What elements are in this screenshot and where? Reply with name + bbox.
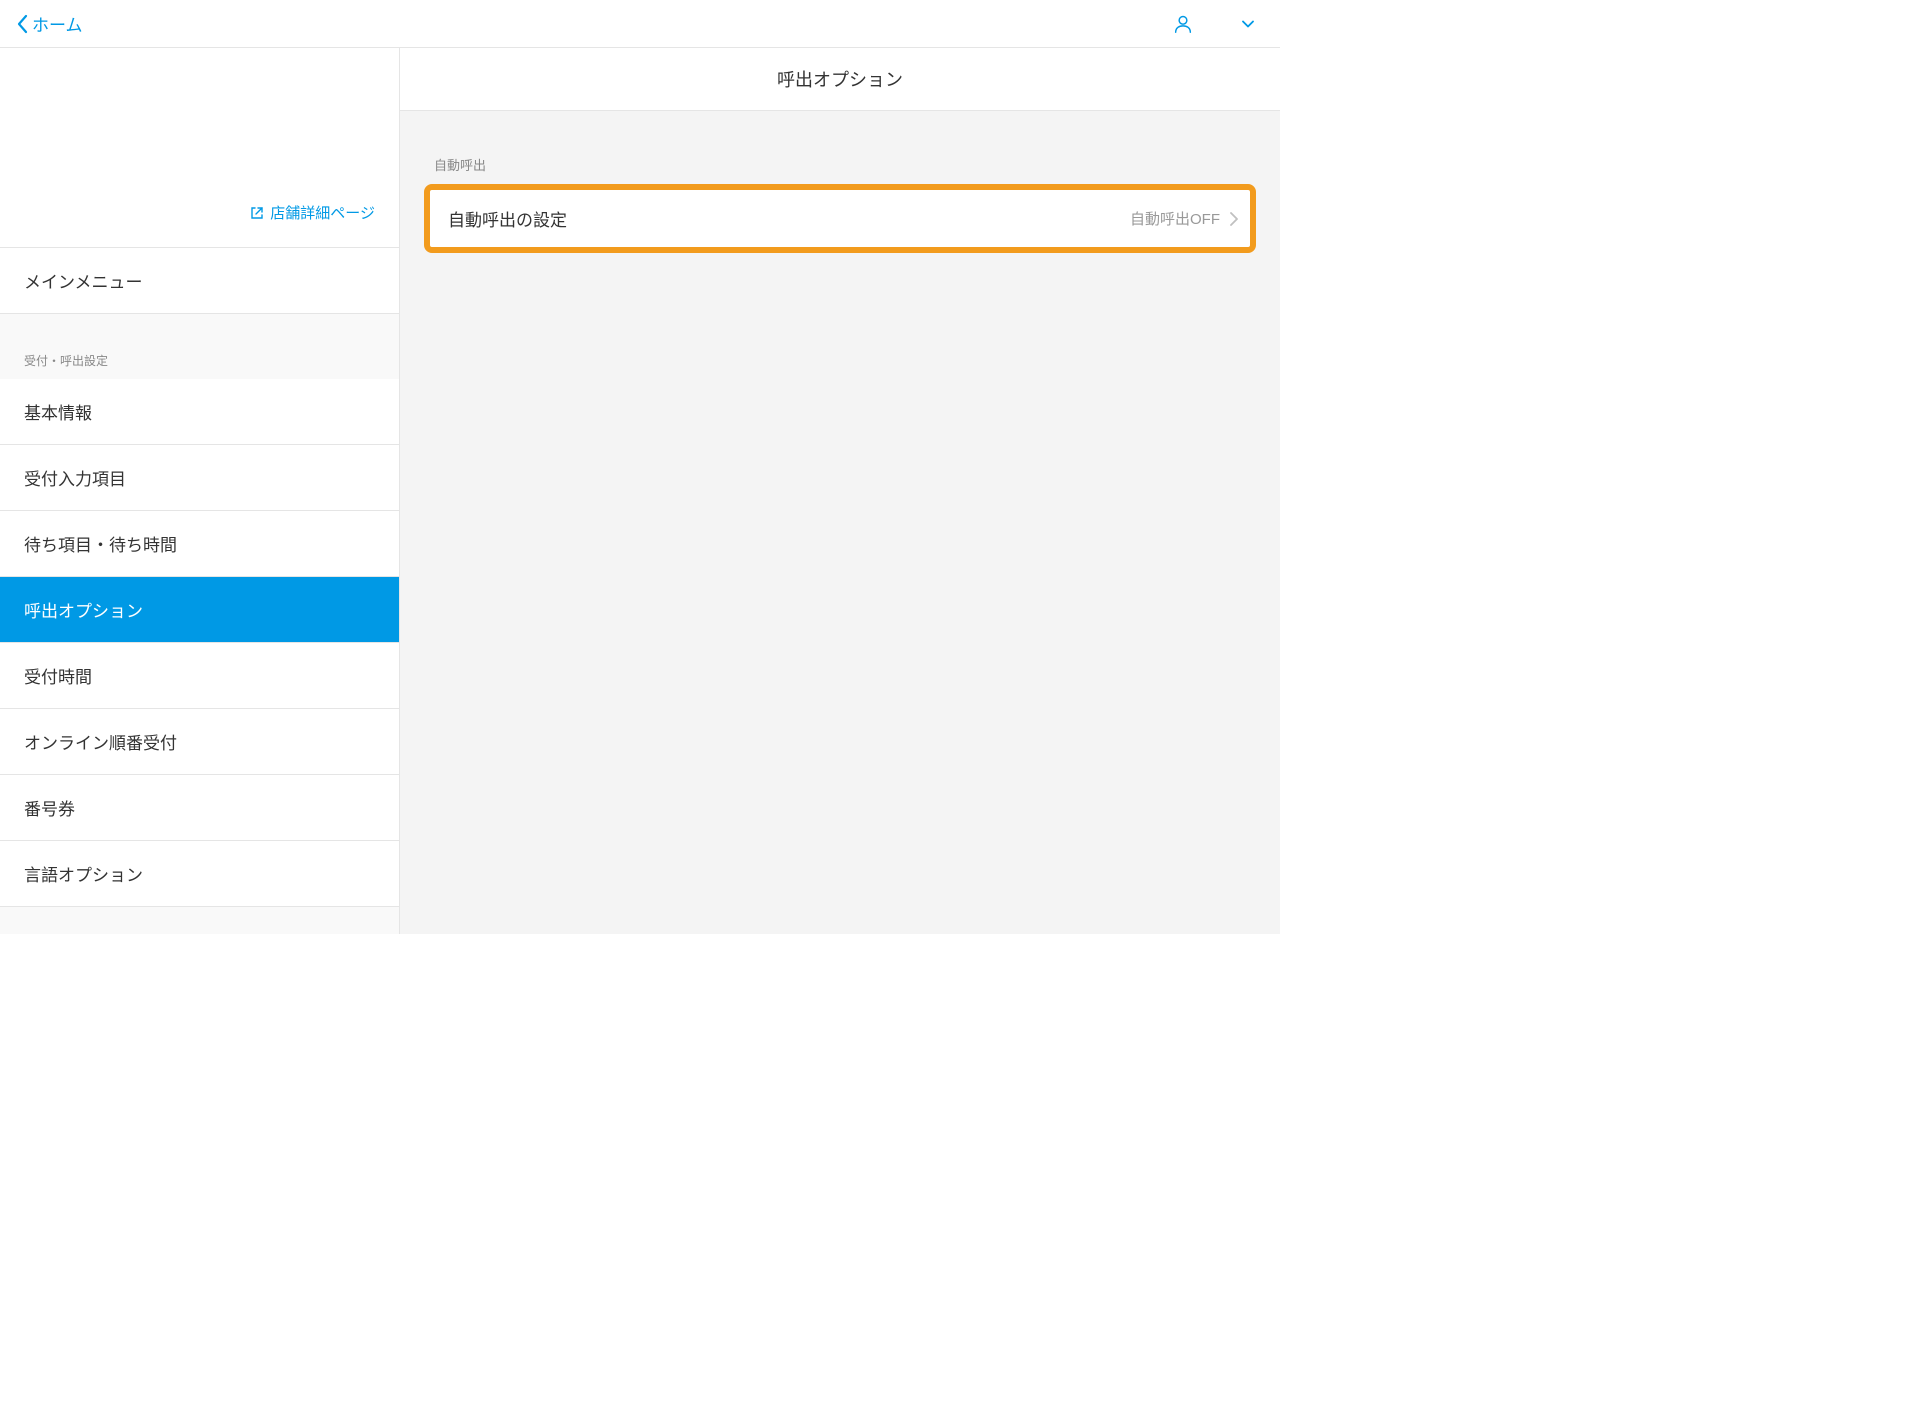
external-link-icon — [250, 206, 264, 220]
store-detail-link[interactable]: 店舗詳細ページ — [250, 202, 375, 223]
store-link-label: 店舗詳細ページ — [270, 202, 375, 223]
panel-body: 自動呼出 自動呼出の設定 自動呼出OFF — [400, 111, 1280, 277]
setting-label: 自動呼出の設定 — [448, 206, 567, 231]
top-right — [1172, 13, 1264, 35]
section-header: 受付・呼出設定 — [0, 314, 399, 379]
back-label: ホーム — [32, 11, 83, 36]
sidebar-item-label: 受付入力項目 — [24, 470, 126, 489]
chevron-left-icon — [16, 14, 28, 34]
sidebar-item-4[interactable]: 受付時間 — [0, 643, 399, 709]
group-label-text: 自動呼出 — [434, 158, 486, 173]
section-header-label: 受付・呼出設定 — [24, 354, 108, 368]
back-button[interactable]: ホーム — [16, 11, 83, 36]
content: 店舗詳細ページ メインメニュー 受付・呼出設定 基本情報受付入力項目待ち項目・待… — [0, 48, 1280, 934]
top-bar: ホーム — [0, 0, 1280, 48]
sidebar-item-6[interactable]: 番号券 — [0, 775, 399, 841]
sidebar-item-7[interactable]: 言語オプション — [0, 841, 399, 907]
auto-call-setting-row[interactable]: 自動呼出の設定 自動呼出OFF — [424, 184, 1256, 253]
chevron-down-icon[interactable] — [1242, 20, 1254, 28]
panel-header: 呼出オプション — [400, 48, 1280, 111]
sidebar-item-1[interactable]: 受付入力項目 — [0, 445, 399, 511]
panel-title: 呼出オプション — [777, 70, 903, 90]
sidebar-item-label: 受付時間 — [24, 668, 92, 687]
sidebar-item-5[interactable]: オンライン順番受付 — [0, 709, 399, 775]
sidebar-top-block: 店舗詳細ページ — [0, 48, 399, 248]
sidebar-item-label: 言語オプション — [24, 866, 143, 885]
sidebar-item-label: オンライン順番受付 — [24, 734, 177, 753]
sidebar-item-0[interactable]: 基本情報 — [0, 379, 399, 445]
main-menu-label: メインメニュー — [24, 273, 143, 292]
sidebar-item-label: 呼出オプション — [24, 602, 143, 621]
group-label: 自動呼出 — [424, 135, 1256, 184]
sidebar-item-label: 待ち項目・待ち時間 — [24, 536, 177, 555]
sidebar-item-label: 番号券 — [24, 800, 75, 819]
sidebar-item-label: 基本情報 — [24, 404, 92, 423]
main-panel: 呼出オプション 自動呼出 自動呼出の設定 自動呼出OFF — [400, 48, 1280, 934]
sidebar: 店舗詳細ページ メインメニュー 受付・呼出設定 基本情報受付入力項目待ち項目・待… — [0, 48, 400, 934]
setting-value: 自動呼出OFF — [1130, 208, 1220, 229]
chevron-right-icon — [1230, 212, 1238, 226]
user-icon[interactable] — [1172, 13, 1194, 35]
setting-value-wrap: 自動呼出OFF — [1130, 208, 1238, 229]
main-menu-item[interactable]: メインメニュー — [0, 248, 399, 314]
sidebar-item-3[interactable]: 呼出オプション — [0, 577, 399, 643]
sidebar-item-2[interactable]: 待ち項目・待ち時間 — [0, 511, 399, 577]
